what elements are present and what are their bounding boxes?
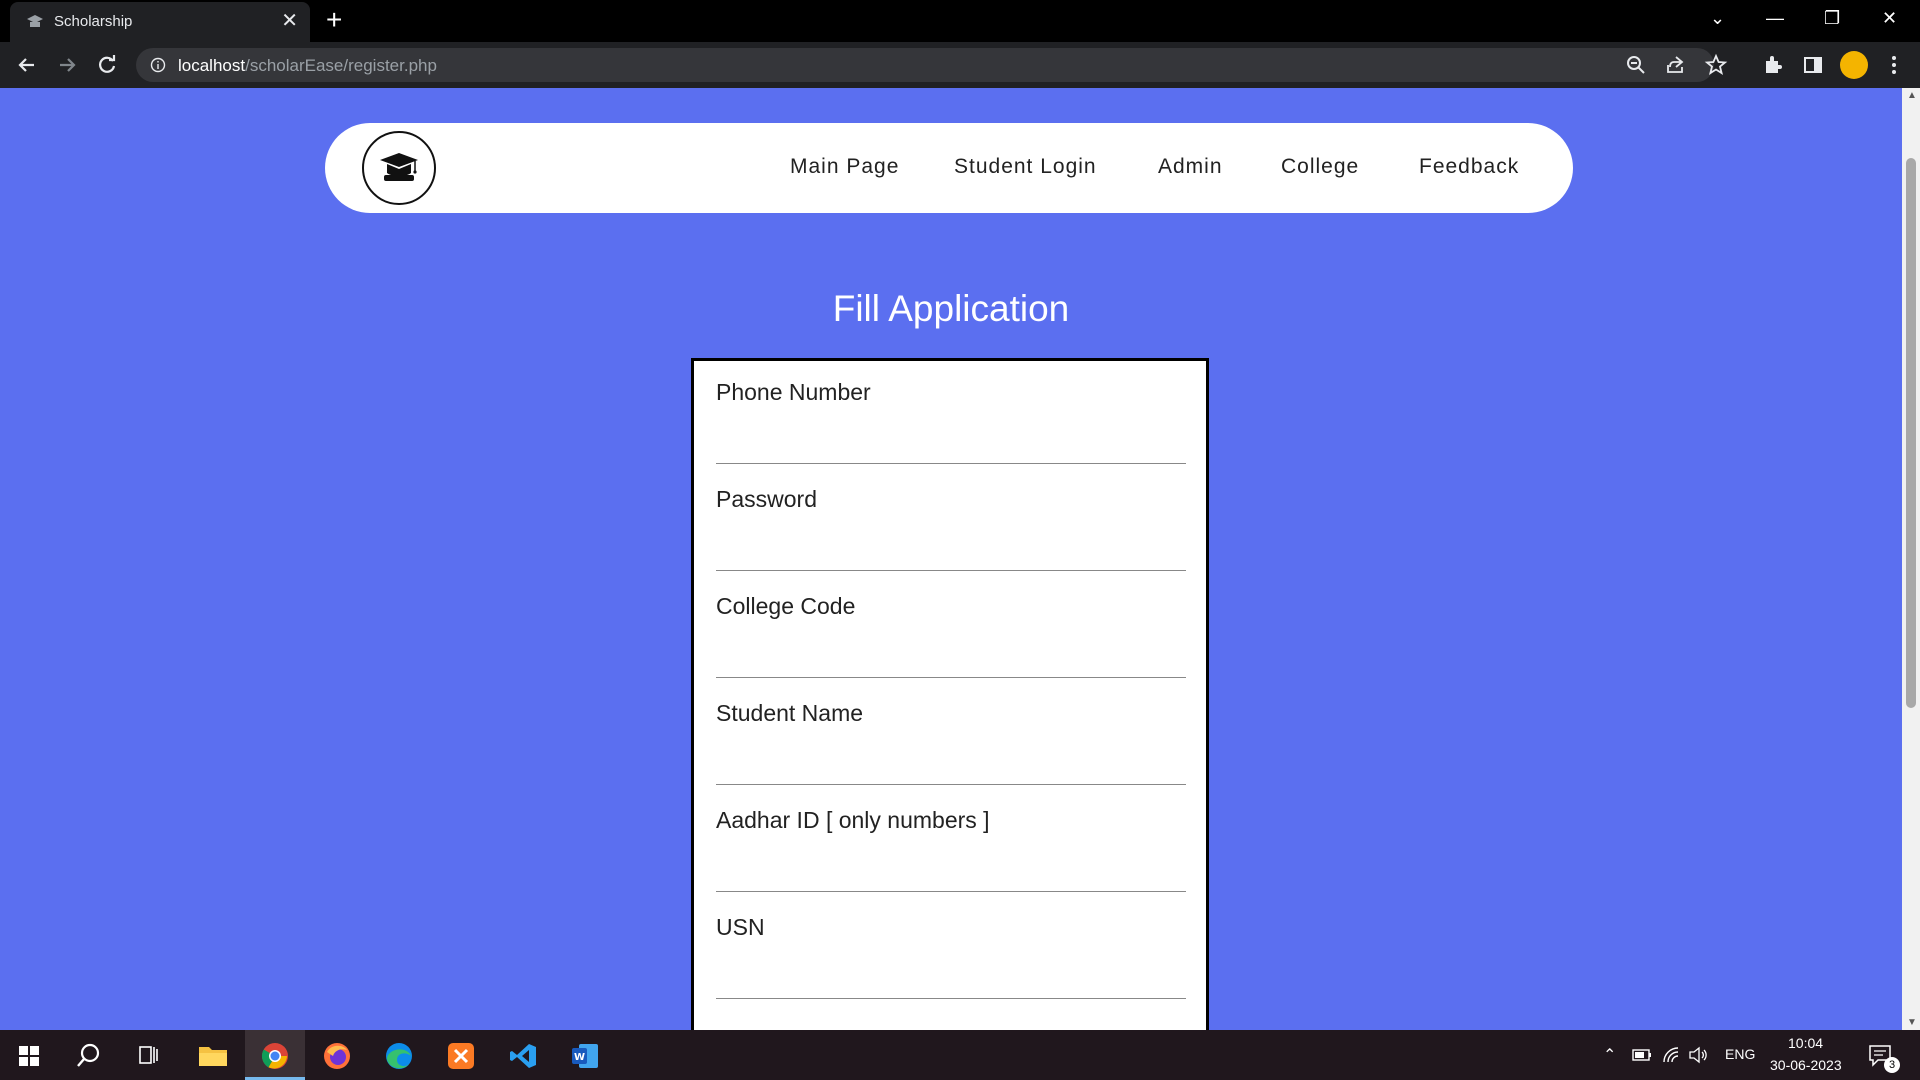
chrome-icon [261,1043,288,1069]
chrome-app[interactable] [245,1030,305,1080]
aadhar-id-input[interactable] [716,849,1186,892]
bookmark-star-icon[interactable] [1704,53,1728,77]
zoom-icon[interactable] [1624,53,1648,77]
windows-taskbar: W ⌃ ENG 10:04 30-06-2023 3 [0,1030,1920,1080]
firefox-icon [324,1043,350,1069]
browser-tab-strip: Scholarship ✕ + ⌄ — ❐ ✕ [0,0,1920,42]
tab-search-icon[interactable]: ⌄ [1710,8,1725,29]
xampp-icon [448,1043,474,1069]
battery-icon[interactable] [1632,1048,1652,1062]
tab-title: Scholarship [54,13,133,30]
restore-button[interactable]: ❐ [1824,8,1840,29]
graduation-cap-icon [27,15,43,27]
application-form: Phone Number Password College Code Stude… [691,358,1209,1030]
extensions-icon[interactable] [1761,53,1785,77]
form-title: Fill Application [832,288,1070,329]
speaker-icon[interactable] [1688,1046,1708,1064]
firefox-app[interactable] [307,1030,367,1080]
clock-time[interactable]: 10:04 [1788,1035,1823,1051]
field-label: Phone Number [716,379,871,405]
file-explorer-app[interactable] [183,1030,243,1080]
new-tab-button[interactable]: + [326,6,342,34]
word-icon: W [572,1044,598,1068]
vscode-app[interactable] [493,1030,553,1080]
address-bar[interactable]: localhost/scholarEase/register.php [136,48,1728,82]
page-viewport: Main Page Student Login Admin College Fe… [0,88,1902,1030]
scroll-thumb[interactable] [1906,158,1916,708]
edge-app[interactable] [369,1030,429,1080]
site-logo[interactable] [362,131,436,205]
college-code-field: College Code [716,575,1186,682]
field-label: College Code [716,593,856,619]
nav-college[interactable]: College [1281,155,1359,179]
forward-arrow-icon[interactable] [54,52,80,78]
field-label: Password [716,486,817,512]
search-icon[interactable] [76,1042,102,1068]
xampp-app[interactable] [431,1030,491,1080]
student-name-field: Student Name [716,682,1186,789]
usn-input[interactable] [716,956,1186,999]
tray-overflow-icon[interactable]: ⌃ [1603,1045,1616,1065]
close-window-button[interactable]: ✕ [1882,8,1897,29]
share-icon[interactable] [1664,53,1688,77]
reload-icon[interactable] [94,52,120,78]
svg-text:W: W [574,1052,585,1063]
site-info-icon[interactable] [150,57,166,73]
field-label: Student Name [716,700,864,726]
password-field: Password [716,468,1186,575]
profile-avatar[interactable] [1840,51,1868,79]
task-view-icon[interactable] [138,1044,160,1066]
close-tab-icon[interactable]: ✕ [281,11,298,31]
college-code-input[interactable] [716,635,1186,678]
nav-feedback[interactable]: Feedback [1419,155,1519,179]
edge-icon [386,1043,412,1069]
scroll-down-icon[interactable]: ▼ [1907,1017,1917,1028]
side-panel-icon[interactable] [1801,53,1825,77]
page-scrollbar[interactable]: ▲ ▼ [1902,88,1920,1030]
phone-number-input[interactable] [716,421,1186,464]
notification-count-badge: 3 [1884,1057,1900,1073]
nav-main-page[interactable]: Main Page [790,155,899,179]
windows-start-icon[interactable] [19,1046,39,1066]
clock-date[interactable]: 30-06-2023 [1770,1057,1842,1073]
nav-student-login[interactable]: Student Login [954,155,1097,179]
folder-icon [199,1047,227,1066]
phone-number-field: Phone Number [716,361,1186,468]
field-label: Aadhar ID [ only numbers ] [716,807,990,833]
browser-toolbar: localhost/scholarEase/register.php [0,42,1920,88]
student-name-input[interactable] [716,742,1186,785]
wifi-icon[interactable] [1662,1046,1680,1064]
scroll-up-icon[interactable]: ▲ [1907,90,1917,101]
field-label: USN [716,914,765,940]
minimize-button[interactable]: — [1766,8,1784,29]
nav-admin[interactable]: Admin [1158,155,1223,179]
back-arrow-icon[interactable] [14,52,40,78]
aadhar-id-field: Aadhar ID [ only numbers ] [716,789,1186,896]
graduation-cap-icon [380,153,418,181]
url-text: localhost/scholarEase/register.php [178,56,437,75]
menu-kebab-icon[interactable] [1882,53,1906,77]
browser-tab[interactable]: Scholarship ✕ [10,2,310,42]
language-indicator[interactable]: ENG [1725,1046,1755,1062]
password-input[interactable] [716,528,1186,571]
site-navbar: Main Page Student Login Admin College Fe… [325,123,1573,213]
word-app[interactable]: W [555,1030,615,1080]
usn-field: USN [716,896,1186,1003]
vscode-icon [510,1044,536,1068]
